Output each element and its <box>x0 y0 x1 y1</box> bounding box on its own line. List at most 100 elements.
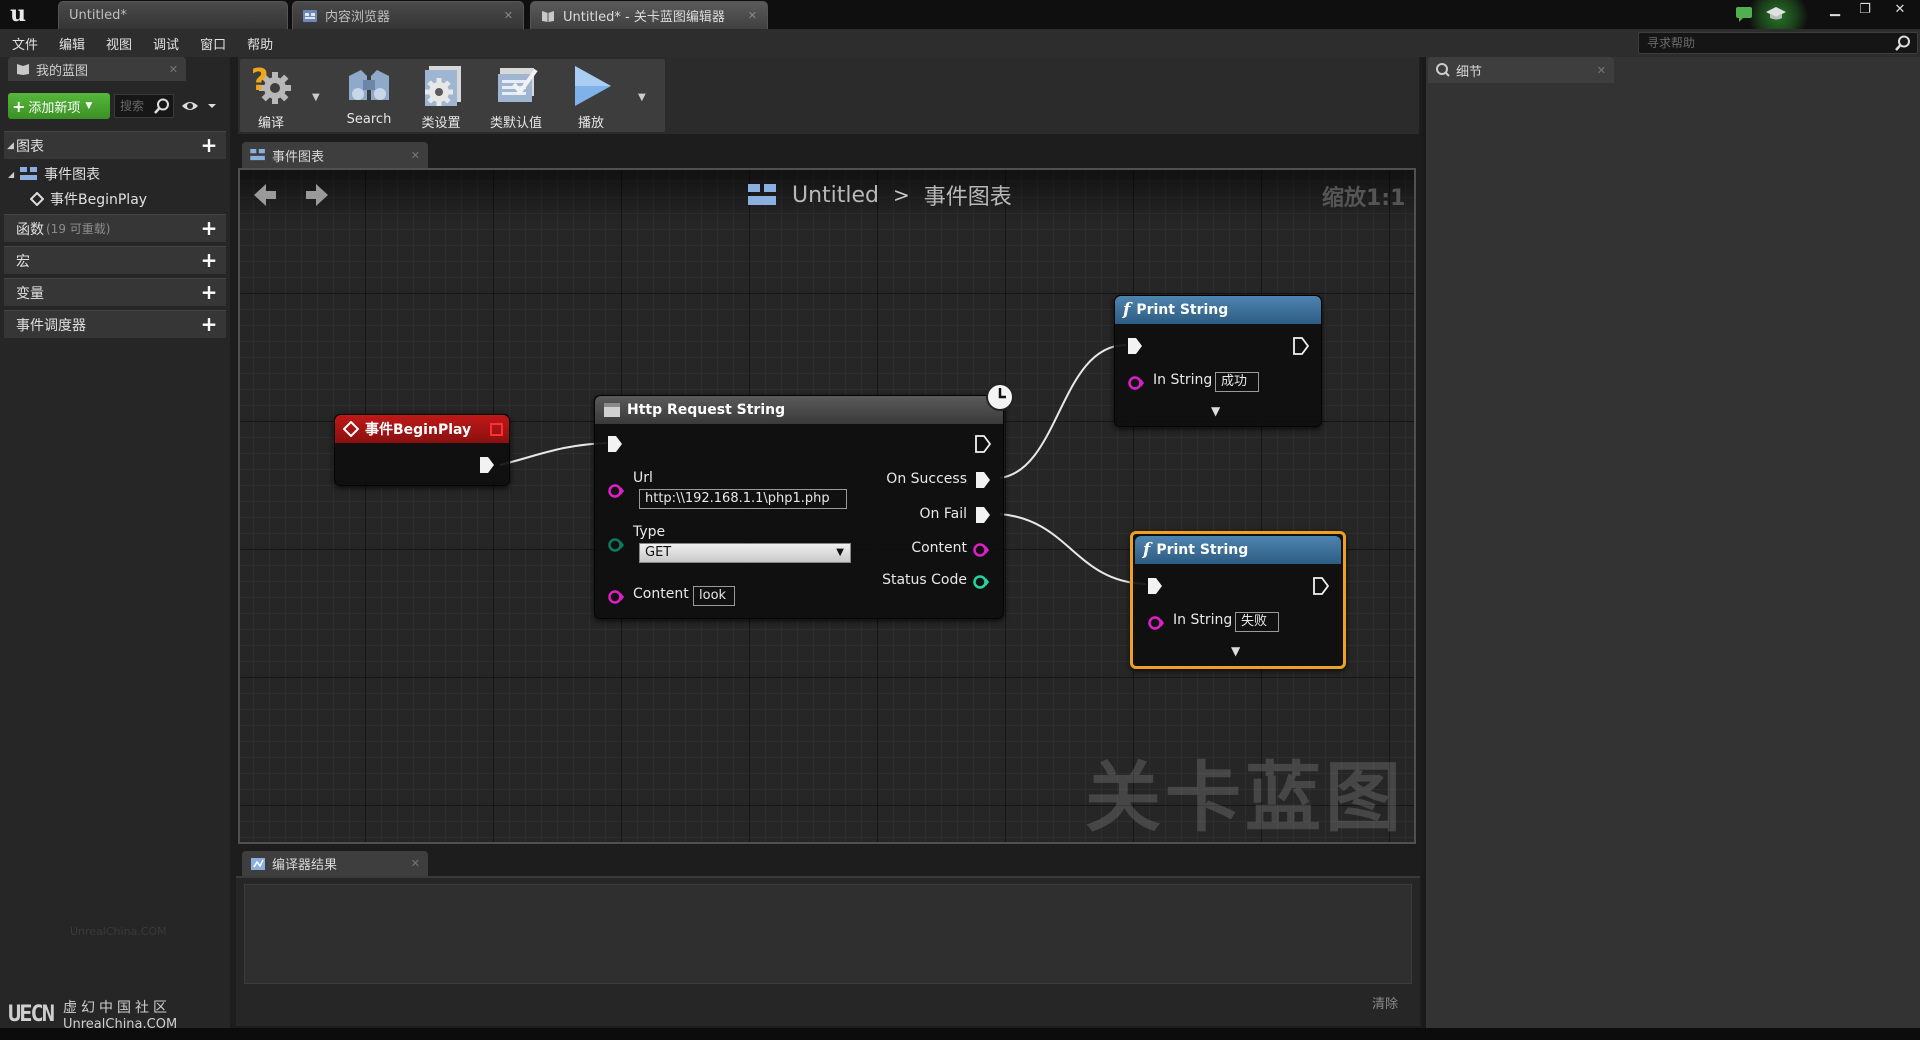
exec-out-pin-icon[interactable] <box>479 456 495 474</box>
window-tab-content-browser[interactable]: 内容浏览器 ✕ <box>292 1 524 29</box>
exec-in-pin-icon[interactable] <box>607 435 623 453</box>
window-tab-level-blueprint[interactable]: Untitled* - 关卡蓝图编辑器 ✕ <box>530 1 768 29</box>
menu-file[interactable]: 文件 <box>12 34 38 53</box>
details-info-icon <box>1436 63 1450 77</box>
node-print-string-success[interactable]: f Print String In String 成功 ▼ <box>1114 295 1322 427</box>
details-panel <box>1422 57 1920 1040</box>
close-icon[interactable]: ✕ <box>504 9 513 22</box>
node-title: Print String <box>1156 542 1249 558</box>
category-functions[interactable]: 函数 (19 可重载) + <box>4 214 226 242</box>
tab-my-blueprint[interactable]: 我的蓝图 ✕ <box>8 57 186 81</box>
menu-help[interactable]: 帮助 <box>247 34 273 53</box>
minimize-icon[interactable]: ▁ <box>1820 0 1850 20</box>
window-controls: ▁ ❐ ✕ <box>1820 0 1920 20</box>
search-button[interactable]: Search <box>340 62 398 132</box>
tree-item-event-beginplay[interactable]: 事件BeginPlay <box>30 189 147 209</box>
unreal-logo-icon[interactable]: u <box>4 1 32 28</box>
add-macro-button[interactable]: + <box>200 250 218 270</box>
back-arrow-icon[interactable] <box>250 180 280 210</box>
graduation-cap-icon[interactable] <box>1765 6 1787 22</box>
node-title: Http Request String <box>627 402 786 418</box>
breadcrumb-root[interactable]: Untitled <box>792 183 879 208</box>
title-bar <box>0 0 1920 29</box>
window-close-icon[interactable]: ✕ <box>1880 0 1920 20</box>
add-graph-button[interactable]: + <box>200 135 218 155</box>
close-icon[interactable]: ✕ <box>411 149 420 162</box>
add-function-button[interactable]: + <box>200 218 218 238</box>
delegate-pin-icon[interactable] <box>490 423 503 436</box>
expand-advanced-icon[interactable]: ▼ <box>1231 644 1240 658</box>
add-variable-button[interactable]: + <box>200 282 218 302</box>
string-pin-icon[interactable] <box>1147 615 1165 631</box>
menu-window[interactable]: 窗口 <box>200 34 226 53</box>
menu-view[interactable]: 视图 <box>106 34 132 53</box>
add-event-dispatcher-button[interactable]: + <box>200 314 218 334</box>
clear-button[interactable]: 清除 <box>1372 993 1398 1012</box>
menu-edit[interactable]: 编辑 <box>59 34 85 53</box>
chat-icon[interactable] <box>1735 6 1753 22</box>
view-options-eye-icon[interactable] <box>180 96 220 116</box>
content-input[interactable]: look <box>693 586 735 606</box>
exec-in-pin-icon[interactable] <box>1127 337 1143 355</box>
type-select-value: GET <box>645 545 672 560</box>
string-pin-icon[interactable] <box>607 483 625 499</box>
pin-label-in-string: In String <box>1153 372 1213 388</box>
breadcrumb-current: 事件图表 <box>923 185 1012 210</box>
exec-out-pin-icon[interactable] <box>1313 577 1329 595</box>
blueprint-search-input[interactable]: 搜索 <box>114 94 174 118</box>
pin-label-on-fail: On Fail <box>919 506 967 522</box>
type-select[interactable]: GET ▼ <box>639 543 851 563</box>
category-macros[interactable]: 宏 + <box>4 246 226 274</box>
play-options-chevron-icon[interactable]: ▼ <box>638 92 646 103</box>
restore-icon[interactable]: ❐ <box>1850 0 1880 20</box>
menu-debug[interactable]: 调试 <box>153 34 179 53</box>
exec-out-pin-icon[interactable] <box>975 506 991 524</box>
byte-enum-pin-icon[interactable] <box>607 537 625 553</box>
zoom-level: 缩放1:1 <box>1322 186 1406 211</box>
compile-button[interactable]: ? 编译 <box>242 62 300 132</box>
in-string-input[interactable]: 失败 <box>1235 612 1279 632</box>
exec-out-pin-icon[interactable] <box>975 435 991 453</box>
tab-event-graph[interactable]: 事件图表 ✕ <box>242 142 428 168</box>
exec-out-pin-icon[interactable] <box>975 471 991 489</box>
string-out-pin-icon[interactable] <box>971 542 991 558</box>
category-variables[interactable]: 变量 + <box>4 278 226 306</box>
tree-item-event-graph[interactable]: ◢ 事件图表 <box>8 164 100 184</box>
overridable-count: (19 可重载) <box>46 222 111 236</box>
function-f-icon: f <box>1143 540 1151 560</box>
tab-details[interactable]: 细节 ✕ <box>1428 57 1614 83</box>
close-icon[interactable]: ✕ <box>411 857 420 870</box>
search-icon[interactable] <box>154 98 170 114</box>
search-icon[interactable] <box>1895 35 1911 51</box>
node-http-request-string[interactable]: Http Request String Url http:\\192.168.1… <box>594 383 1014 619</box>
in-string-input[interactable]: 成功 <box>1215 372 1259 392</box>
expand-advanced-icon[interactable]: ▼ <box>1211 404 1220 418</box>
add-new-button[interactable]: + 添加新项 ▼ <box>8 93 110 119</box>
compile-options-chevron-icon[interactable]: ▼ <box>312 92 320 103</box>
string-pin-icon[interactable] <box>1127 375 1145 391</box>
node-header: f Print String <box>1135 536 1341 564</box>
node-event-beginplay[interactable]: 事件BeginPlay <box>334 414 510 486</box>
class-defaults-button[interactable]: 类默认值 <box>484 62 548 132</box>
category-graphs[interactable]: ◢ 图表 + <box>4 131 226 159</box>
window-tab-untitled[interactable]: Untitled* <box>58 1 288 29</box>
exec-in-pin-icon[interactable] <box>1147 577 1163 595</box>
forward-arrow-icon[interactable] <box>302 180 332 210</box>
url-input[interactable]: http:\\192.168.1.1\php1.php <box>639 489 847 509</box>
category-label: 变量 <box>16 285 44 302</box>
search-binoculars-icon <box>349 70 389 100</box>
category-event-dispatchers[interactable]: 事件调度器 + <box>4 310 226 338</box>
compile-label: 编译 <box>257 116 284 131</box>
play-button[interactable]: 播放 <box>562 62 620 132</box>
close-icon[interactable]: ✕ <box>748 9 757 22</box>
node-print-string-fail[interactable]: f Print String In String 失败 ▼ <box>1130 531 1346 669</box>
compiler-output-log[interactable] <box>244 884 1412 984</box>
tab-compiler-results[interactable]: 编译器结果 ✕ <box>242 851 428 876</box>
close-icon[interactable]: ✕ <box>1597 64 1606 77</box>
exec-out-pin-icon[interactable] <box>1293 337 1309 355</box>
class-settings-button[interactable]: 类设置 <box>412 62 470 132</box>
close-icon[interactable]: ✕ <box>169 63 178 76</box>
help-search-input[interactable]: 寻求帮助 <box>1638 32 1918 54</box>
int-out-pin-icon[interactable] <box>971 574 991 590</box>
string-pin-icon[interactable] <box>607 589 625 605</box>
